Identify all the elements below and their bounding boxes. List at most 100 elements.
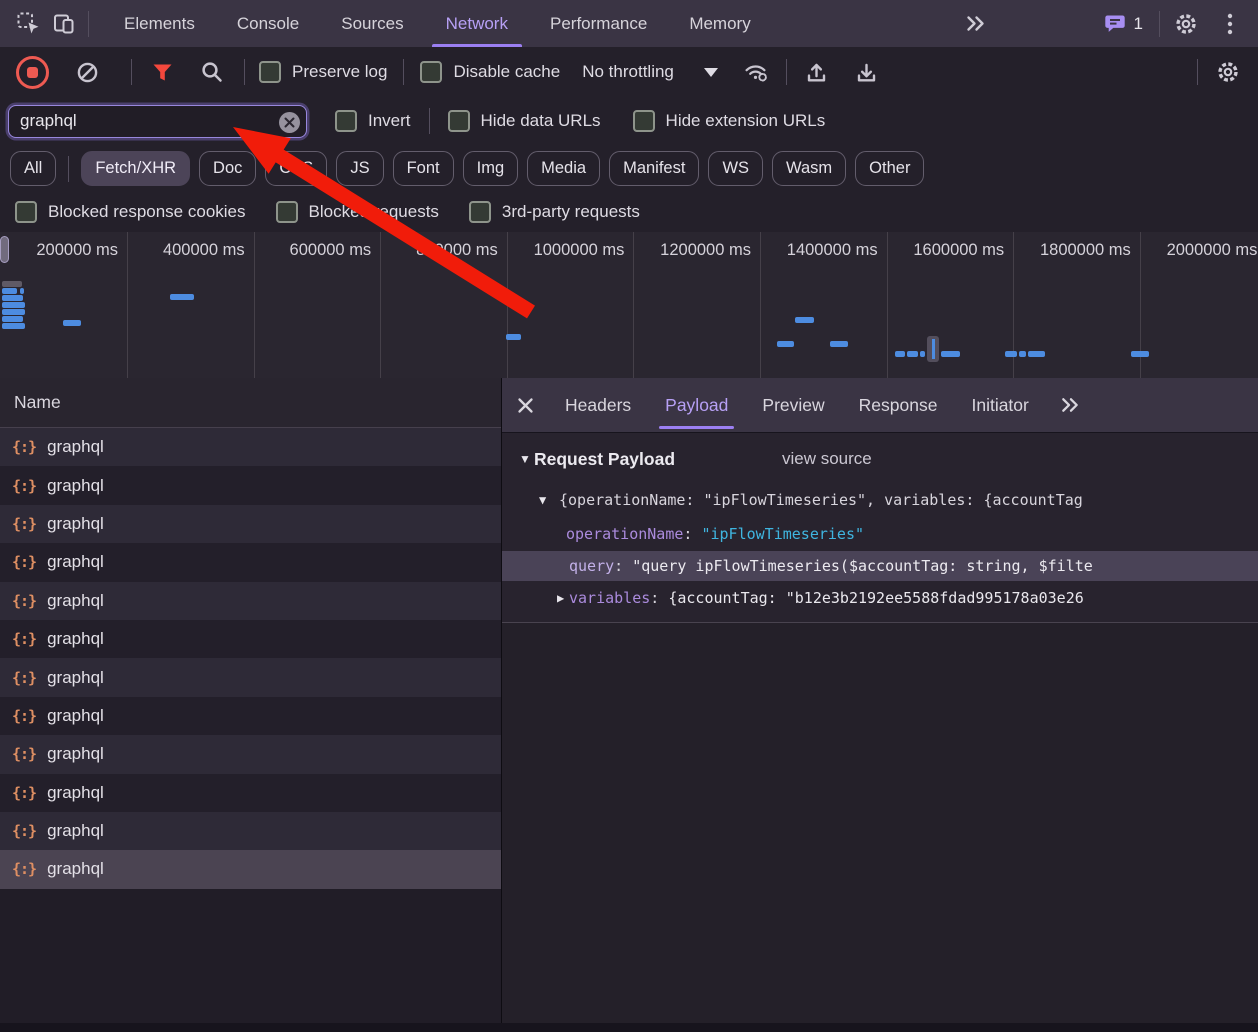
table-row[interactable]: {:}graphql <box>0 658 501 696</box>
hide-data-urls-checkbox[interactable] <box>448 110 470 132</box>
divider <box>68 156 69 182</box>
filter-chip-css[interactable]: CSS <box>265 151 327 186</box>
detail-tab-headers[interactable]: Headers <box>548 378 648 432</box>
wifi-gear-icon <box>743 60 769 84</box>
timeline-column: 800000 ms <box>380 232 508 378</box>
network-conditions-button[interactable] <box>738 54 774 90</box>
gear-icon <box>1174 12 1198 36</box>
record-network-log-button[interactable] <box>16 56 49 89</box>
filter-chip-wasm[interactable]: Wasm <box>772 151 846 186</box>
filter-chip-fetch-xhr[interactable]: Fetch/XHR <box>81 151 190 186</box>
tab-sources[interactable]: Sources <box>320 0 424 47</box>
filter-chip-font[interactable]: Font <box>393 151 454 186</box>
invert-toggle[interactable]: Invert <box>335 110 411 132</box>
import-har-button[interactable] <box>799 54 835 90</box>
preserve-log-checkbox[interactable] <box>259 61 281 83</box>
payload-operation-line[interactable]: operationName: "ipFlowTimeseries" <box>502 519 1258 549</box>
table-row[interactable]: {:}graphql <box>0 620 501 658</box>
disable-cache-toggle[interactable]: Disable cache <box>420 61 560 83</box>
waterfall-bar <box>1131 351 1149 357</box>
device-toolbar-button[interactable] <box>46 6 82 42</box>
timeline-overview[interactable]: 200000 ms400000 ms600000 ms800000 ms1000… <box>0 232 1258 379</box>
filter-chip-manifest[interactable]: Manifest <box>609 151 699 186</box>
table-row[interactable]: {:}graphql <box>0 697 501 735</box>
issues-button[interactable]: 1 <box>1096 6 1151 42</box>
table-row[interactable]: {:}graphql <box>0 774 501 812</box>
network-settings-button[interactable] <box>1210 54 1246 90</box>
waterfall-bar <box>2 288 17 294</box>
search-button[interactable] <box>194 54 230 90</box>
query-key: query <box>569 557 614 575</box>
table-row[interactable]: {:}graphql <box>0 505 501 543</box>
expander-open-icon[interactable]: ▼ <box>539 485 546 515</box>
filter-input[interactable] <box>8 105 307 138</box>
blocked-requests-checkbox[interactable] <box>276 201 298 223</box>
blocked-response-cookies-checkbox[interactable] <box>15 201 37 223</box>
hide-extension-urls-toggle[interactable]: Hide extension URLs <box>633 110 826 132</box>
divider <box>1197 59 1198 85</box>
filter-chip-doc[interactable]: Doc <box>199 151 256 186</box>
hide-data-urls-toggle[interactable]: Hide data URLs <box>448 110 601 132</box>
more-tabs-button[interactable] <box>958 6 994 42</box>
invert-label: Invert <box>368 111 411 131</box>
export-har-button[interactable] <box>849 54 885 90</box>
table-row[interactable]: {:}graphql <box>0 428 501 466</box>
kebab-menu-button[interactable] <box>1212 6 1248 42</box>
detail-tab-response[interactable]: Response <box>842 378 955 432</box>
timeline-tick-label: 2000000 ms <box>1167 241 1258 260</box>
table-row[interactable]: {:}graphql <box>0 466 501 504</box>
table-row[interactable]: {:}graphql <box>0 812 501 850</box>
request-name: graphql <box>47 591 104 611</box>
filter-chip-other[interactable]: Other <box>855 151 924 186</box>
clear-network-log-button[interactable] <box>69 54 105 90</box>
inspect-element-button[interactable] <box>10 6 46 42</box>
disable-cache-checkbox[interactable] <box>420 61 442 83</box>
invert-checkbox[interactable] <box>335 110 357 132</box>
blocked-requests-toggle[interactable]: Blocked requests <box>276 201 439 223</box>
tab-network[interactable]: Network <box>425 0 529 47</box>
detail-tab-preview[interactable]: Preview <box>745 378 841 432</box>
device-toolbar-icon <box>53 12 76 35</box>
hide-extension-urls-checkbox[interactable] <box>633 110 655 132</box>
filter-chip-media[interactable]: Media <box>527 151 600 186</box>
3rd-party-requests-toggle[interactable]: 3rd-party requests <box>469 201 640 223</box>
section-expander-icon[interactable]: ▼ <box>519 444 531 474</box>
filter-chip-js[interactable]: JS <box>336 151 383 186</box>
blocked-response-cookies-label: Blocked response cookies <box>48 202 246 222</box>
timeline-tick-label: 600000 ms <box>290 241 372 260</box>
name-column-header[interactable]: Name <box>0 378 501 428</box>
3rd-party-requests-checkbox[interactable] <box>469 201 491 223</box>
clear-filter-button[interactable] <box>279 112 300 133</box>
filter-chip-ws[interactable]: WS <box>708 151 763 186</box>
filter-chip-img[interactable]: Img <box>463 151 519 186</box>
tab-console[interactable]: Console <box>216 0 320 47</box>
view-source-link[interactable]: view source <box>782 444 872 474</box>
preserve-log-toggle[interactable]: Preserve log <box>259 61 387 83</box>
filter-toggle-button[interactable] <box>144 54 180 90</box>
detail-tab-payload[interactable]: Payload <box>648 378 745 432</box>
tab-memory[interactable]: Memory <box>668 0 771 47</box>
operation-name-entry: operationName: "ipFlowTimeseries" <box>566 519 864 549</box>
blocked-response-cookies-toggle[interactable]: Blocked response cookies <box>15 201 246 223</box>
disable-cache-label: Disable cache <box>453 62 560 82</box>
timeline-column: 1000000 ms <box>506 232 634 378</box>
expander-closed-icon[interactable]: ▶ <box>557 583 564 613</box>
filter-chip-all[interactable]: All <box>10 151 56 186</box>
more-details-tabs-button[interactable] <box>1052 387 1088 423</box>
settings-button[interactable] <box>1168 6 1204 42</box>
table-row[interactable]: {:}graphql <box>0 850 501 888</box>
payload-variables-line[interactable]: ▶ variables: {accountTag: "b12e3b2192ee5… <box>502 583 1258 613</box>
table-row[interactable]: {:}graphql <box>0 543 501 581</box>
payload-query-line[interactable]: query: "query ipFlowTimeseries($accountT… <box>502 551 1258 581</box>
throttling-select[interactable]: No throttling <box>582 62 718 82</box>
tab-performance[interactable]: Performance <box>529 0 668 47</box>
close-details-button[interactable] <box>502 378 548 432</box>
detail-tab-initiator[interactable]: Initiator <box>954 378 1045 432</box>
query-entry: query: "query ipFlowTimeseries($accountT… <box>569 551 1093 581</box>
table-row[interactable]: {:}graphql <box>0 582 501 620</box>
tab-elements[interactable]: Elements <box>103 0 216 47</box>
waterfall-bar <box>795 317 814 323</box>
request-name: graphql <box>47 821 104 841</box>
payload-preview-line[interactable]: ▼ {operationName: "ipFlowTimeseries", va… <box>502 485 1258 515</box>
table-row[interactable]: {:}graphql <box>0 735 501 773</box>
